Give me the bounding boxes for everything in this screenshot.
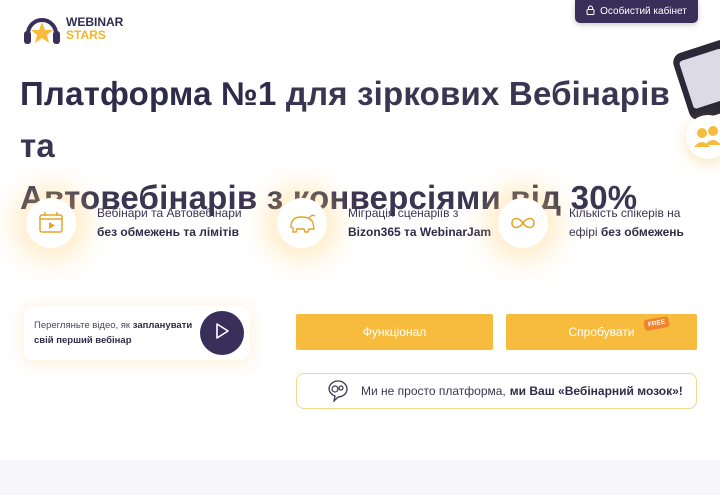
brain-text-bold: ми Ваш «Вебінарний мозок»!: [509, 384, 683, 398]
personal-cabinet-button[interactable]: Особистий кабінет: [575, 0, 698, 23]
video-tutorial-text: Перегляньте відео, як запланувати свій п…: [34, 320, 193, 346]
feature-webinars: Вебінари та Автовебінари без обмежень та…: [26, 198, 242, 248]
logo[interactable]: WEBINAR STARS: [22, 12, 123, 46]
section-divider: [0, 460, 720, 495]
brain-text-plain: Ми не просто платформа,: [361, 384, 506, 398]
feature-line1: Кількість спікерів на: [569, 206, 681, 220]
feature-line2-plain: ефірі: [569, 225, 601, 239]
bison-icon: [277, 198, 327, 248]
headphones-star-icon: [22, 12, 62, 46]
feature-line1: Міграція сценаріїв з: [348, 206, 459, 220]
video-calendar-icon: [26, 198, 76, 248]
feature-migration: Міграція сценаріїв з Bizon365 та Webinar…: [277, 198, 491, 248]
feature-line2: без обмежень: [600, 225, 684, 239]
video-tutorial-card[interactable]: Перегляньте відео, як запланувати свій п…: [24, 306, 250, 360]
personal-cabinet-label: Особистий кабінет: [600, 6, 687, 17]
features-button[interactable]: Функціонал: [296, 314, 493, 350]
webinar-brain-banner: Ми не просто платформа, ми Ваш «Вебінарн…: [296, 373, 697, 409]
try-free-button[interactable]: Спробувати FREE: [506, 314, 697, 350]
feature-speakers: Кількість спікерів на ефірі без обмежень: [498, 198, 684, 248]
try-button-label: Спробувати: [568, 325, 635, 339]
feature-line2: Bizon365 та WebinarJam: [348, 225, 492, 239]
audience-bubble-icon: [686, 115, 720, 159]
feature-line1: Вебінари та Автовебінари: [97, 206, 242, 220]
logo-text-stars: STARS: [66, 28, 106, 42]
play-icon: [214, 322, 230, 345]
lock-icon: [586, 5, 595, 18]
free-badge: FREE: [643, 315, 671, 332]
feature-line2: без обмежень та лімітів: [97, 225, 239, 239]
play-video-button[interactable]: [200, 311, 244, 355]
brain-gears-icon: [325, 380, 351, 402]
infinity-icon: [498, 198, 548, 248]
page-title-bold: Платформа №1: [20, 75, 277, 112]
features-button-label: Функціонал: [362, 325, 427, 339]
